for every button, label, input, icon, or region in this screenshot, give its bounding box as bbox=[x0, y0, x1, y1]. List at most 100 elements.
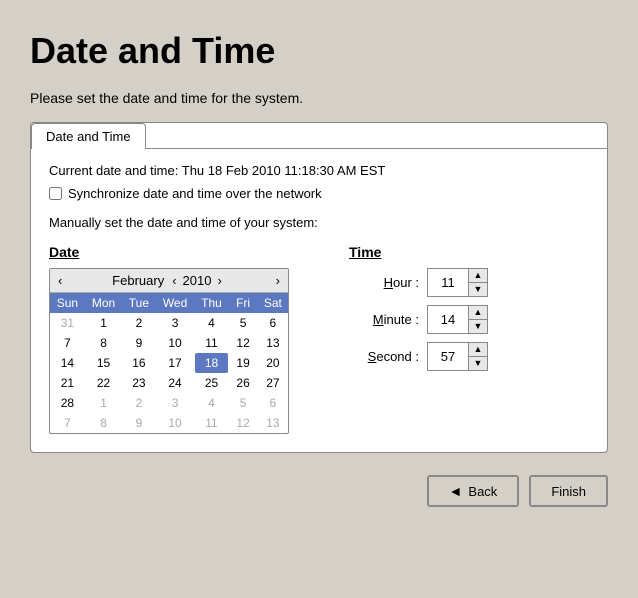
calendar-week-row: 28123456 bbox=[50, 393, 288, 413]
calendar-month: February bbox=[112, 273, 164, 288]
calendar-day[interactable]: 27 bbox=[258, 373, 288, 393]
calendar-day[interactable]: 24 bbox=[156, 373, 195, 393]
calendar-day[interactable]: 9 bbox=[122, 333, 155, 353]
hour-down-btn[interactable]: ▼ bbox=[469, 283, 487, 296]
second-spinner: ▲ ▼ bbox=[427, 342, 488, 371]
calendar-day[interactable]: 17 bbox=[156, 353, 195, 373]
calendar-week-row: 78910111213 bbox=[50, 413, 288, 433]
second-input[interactable] bbox=[428, 347, 468, 366]
calendar-day: 5 bbox=[228, 393, 257, 413]
calendar-week-row: 78910111213 bbox=[50, 333, 288, 353]
calendar-year: 2010 bbox=[183, 273, 212, 288]
calendar-day: 11 bbox=[195, 413, 229, 433]
finish-label: Finish bbox=[551, 484, 586, 499]
calendar-week-row: 14151617181920 bbox=[50, 353, 288, 373]
hour-up-btn[interactable]: ▲ bbox=[469, 269, 487, 283]
current-datetime-row: Current date and time: Thu 18 Feb 2010 1… bbox=[49, 163, 589, 178]
time-section: Time Hour : ▲ ▼ Minute : bbox=[349, 244, 488, 379]
calendar-day: 2 bbox=[122, 393, 155, 413]
calendar-nav: ‹ February ‹ 2010 › › bbox=[50, 269, 288, 293]
minute-label: Minute : bbox=[349, 312, 419, 327]
manually-label: Manually set the date and time of your s… bbox=[49, 215, 589, 230]
minute-up-btn[interactable]: ▲ bbox=[469, 306, 487, 320]
hour-spinner-btns: ▲ ▼ bbox=[468, 269, 487, 296]
calendar-day[interactable]: 12 bbox=[228, 333, 257, 353]
calendar-day[interactable]: 2 bbox=[122, 313, 155, 333]
calendar-day: 10 bbox=[156, 413, 195, 433]
calendar-week-row: 21222324252627 bbox=[50, 373, 288, 393]
back-label: Back bbox=[468, 484, 497, 499]
cal-header-mon: Mon bbox=[85, 293, 123, 313]
calendar-week-row: 31123456 bbox=[50, 313, 288, 333]
month-year-display: February ‹ 2010 › bbox=[66, 272, 271, 289]
calendar: ‹ February ‹ 2010 › › bbox=[49, 268, 289, 434]
calendar-day: 6 bbox=[258, 393, 288, 413]
cal-header-wed: Wed bbox=[156, 293, 195, 313]
calendar-day[interactable]: 26 bbox=[228, 373, 257, 393]
calendar-day[interactable]: 13 bbox=[258, 333, 288, 353]
second-spinner-btns: ▲ ▼ bbox=[468, 343, 487, 370]
next-month-btn[interactable]: › bbox=[272, 272, 284, 289]
calendar-day[interactable]: 8 bbox=[85, 333, 123, 353]
time-section-title: Time bbox=[349, 244, 488, 260]
cal-header-sat: Sat bbox=[258, 293, 288, 313]
calendar-day[interactable]: 7 bbox=[50, 333, 85, 353]
finish-button[interactable]: Finish bbox=[529, 475, 608, 507]
calendar-day[interactable]: 5 bbox=[228, 313, 257, 333]
calendar-day: 9 bbox=[122, 413, 155, 433]
tab-content: Current date and time: Thu 18 Feb 2010 1… bbox=[31, 149, 607, 452]
calendar-day[interactable]: 1 bbox=[85, 313, 123, 333]
prev-year-btn[interactable]: ‹ bbox=[168, 272, 180, 289]
prev-month-btn[interactable]: ‹ bbox=[54, 272, 66, 289]
calendar-day[interactable]: 21 bbox=[50, 373, 85, 393]
tab-header: Date and Time bbox=[31, 123, 607, 149]
calendar-day[interactable]: 22 bbox=[85, 373, 123, 393]
minute-down-btn[interactable]: ▼ bbox=[469, 320, 487, 333]
calendar-day: 1 bbox=[85, 393, 123, 413]
calendar-day[interactable]: 23 bbox=[122, 373, 155, 393]
tab-date-time[interactable]: Date and Time bbox=[31, 123, 146, 149]
hour-input[interactable] bbox=[428, 273, 468, 292]
hour-row: Hour : ▲ ▼ bbox=[349, 268, 488, 297]
back-icon: ◄ bbox=[449, 483, 463, 499]
minute-spinner: ▲ ▼ bbox=[427, 305, 488, 334]
minute-input[interactable] bbox=[428, 310, 468, 329]
calendar-day[interactable]: 4 bbox=[195, 313, 229, 333]
calendar-day[interactable]: 16 bbox=[122, 353, 155, 373]
calendar-day: 7 bbox=[50, 413, 85, 433]
calendar-day[interactable]: 28 bbox=[50, 393, 85, 413]
calendar-day[interactable]: 14 bbox=[50, 353, 85, 373]
second-down-btn[interactable]: ▼ bbox=[469, 357, 487, 370]
calendar-day[interactable]: 11 bbox=[195, 333, 229, 353]
minute-spinner-btns: ▲ ▼ bbox=[468, 306, 487, 333]
calendar-day[interactable]: 3 bbox=[156, 313, 195, 333]
calendar-day[interactable]: 18 bbox=[195, 353, 229, 373]
calendar-day[interactable]: 25 bbox=[195, 373, 229, 393]
sync-label: Synchronize date and time over the netwo… bbox=[68, 186, 322, 201]
cal-header-thu: Thu bbox=[195, 293, 229, 313]
date-section: Date ‹ February ‹ 2010 › › bbox=[49, 244, 289, 434]
next-year-btn[interactable]: › bbox=[213, 272, 225, 289]
calendar-day[interactable]: 15 bbox=[85, 353, 123, 373]
calendar-day[interactable]: 19 bbox=[228, 353, 257, 373]
second-up-btn[interactable]: ▲ bbox=[469, 343, 487, 357]
sync-checkbox[interactable] bbox=[49, 187, 62, 200]
calendar-day: 13 bbox=[258, 413, 288, 433]
calendar-day: 4 bbox=[195, 393, 229, 413]
minute-row: Minute : ▲ ▼ bbox=[349, 305, 488, 334]
cal-header-sun: Sun bbox=[50, 293, 85, 313]
page-subtitle: Please set the date and time for the sys… bbox=[30, 90, 608, 106]
year-section: ‹ 2010 › bbox=[168, 272, 226, 289]
sync-row: Synchronize date and time over the netwo… bbox=[49, 186, 589, 201]
calendar-day: 12 bbox=[228, 413, 257, 433]
hour-spinner: ▲ ▼ bbox=[427, 268, 488, 297]
calendar-day[interactable]: 20 bbox=[258, 353, 288, 373]
date-time-row: Date ‹ February ‹ 2010 › › bbox=[49, 244, 589, 434]
calendar-day: 3 bbox=[156, 393, 195, 413]
back-button[interactable]: ◄ Back bbox=[427, 475, 520, 507]
second-label: Second : bbox=[349, 349, 419, 364]
calendar-grid: SunMonTueWedThuFriSat 311234567891011121… bbox=[50, 293, 288, 433]
calendar-day: 8 bbox=[85, 413, 123, 433]
calendar-day[interactable]: 6 bbox=[258, 313, 288, 333]
calendar-day[interactable]: 10 bbox=[156, 333, 195, 353]
